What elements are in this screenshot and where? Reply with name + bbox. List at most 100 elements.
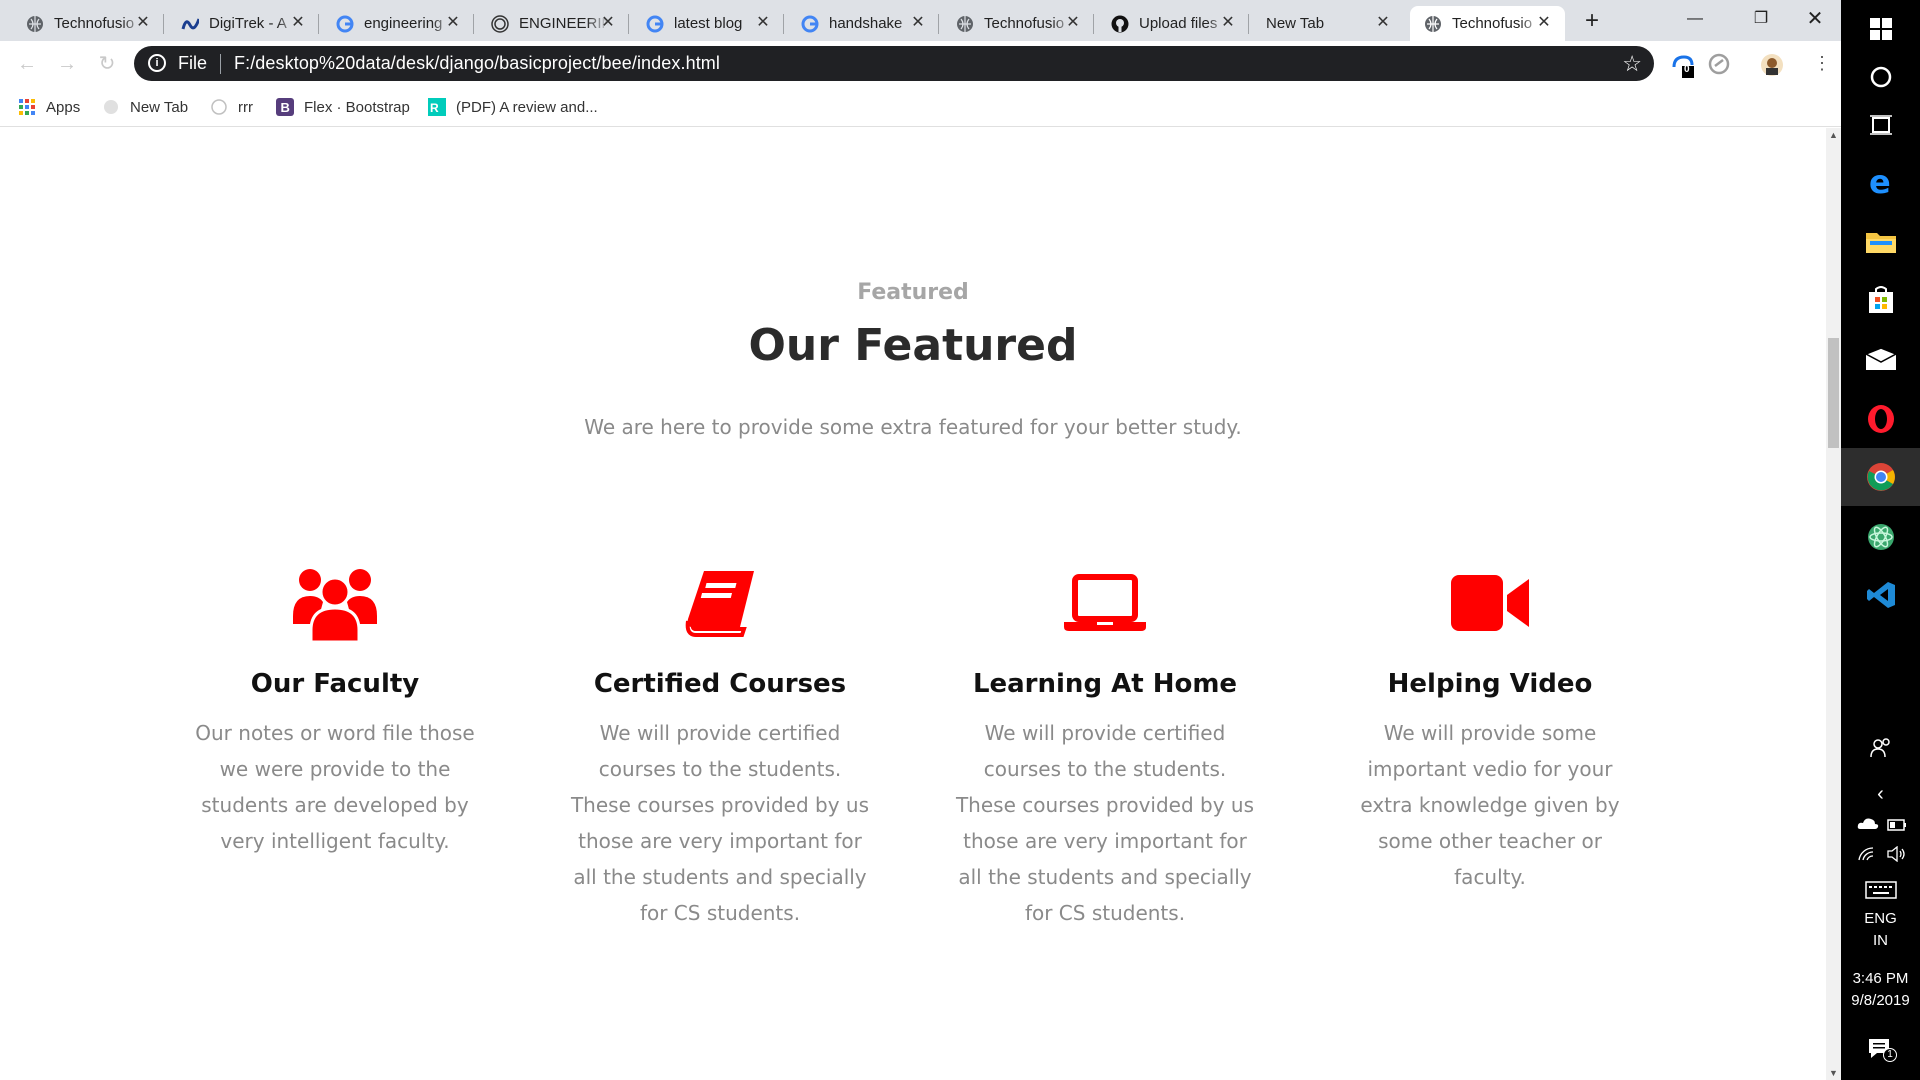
tab-handshake[interactable]: handshake ✕ [787, 6, 939, 41]
file-explorer-icon[interactable] [1841, 212, 1920, 270]
close-tab-icon[interactable]: ✕ [1535, 14, 1553, 32]
feature-title: Learning At Home [972, 669, 1238, 699]
section-subtitle: We are here to provide some extra featur… [584, 415, 1242, 439]
tab-technofusion-1[interactable]: Technofusio ✕ [12, 6, 164, 41]
book-icon [560, 563, 880, 643]
close-tab-icon[interactable]: ✕ [1064, 14, 1082, 32]
atom-icon[interactable] [1841, 508, 1920, 566]
language-indicator[interactable]: ENG IN [1841, 908, 1920, 952]
extension-2-icon[interactable] [1708, 53, 1732, 77]
wifi-icon[interactable] [1857, 846, 1877, 862]
scroll-up-icon[interactable]: ▲ [1829, 130, 1838, 140]
tab-new-tab[interactable]: New Tab ✕ [1252, 6, 1404, 41]
back-arrow-icon[interactable]: ← [14, 51, 40, 77]
close-tab-icon[interactable]: ✕ [909, 14, 927, 32]
bookmark-rrr[interactable]: rrr [210, 97, 253, 117]
section-heading: Our Featured [748, 320, 1078, 371]
profile-avatar[interactable] [1760, 53, 1784, 77]
page-scrollbar[interactable]: ▲ ▼ [1826, 128, 1841, 1080]
browser-toolbar: ← → ↻ i File F:/desktop%20data/desk/djan… [0, 41, 1841, 87]
users-icon [175, 563, 495, 643]
tab-digitrek[interactable]: DigiTrek - A ✕ [167, 6, 319, 41]
tab-engineering-google[interactable]: engineering ✕ [322, 6, 474, 41]
close-tab-icon[interactable]: ✕ [289, 14, 307, 32]
close-tab-icon[interactable]: ✕ [444, 14, 462, 32]
minimize-button[interactable]: ― [1672, 4, 1718, 34]
feature-text: Our notes or word file those we were pro… [195, 721, 475, 853]
feature-text: We will provide certified courses to the… [570, 721, 870, 925]
mail-icon[interactable] [1841, 330, 1920, 388]
close-window-button[interactable]: ✕ [1792, 4, 1838, 34]
tab-engineering-wp[interactable]: ENGINEERING ✕ [477, 6, 629, 41]
onedrive-icon[interactable] [1857, 816, 1879, 830]
clock[interactable]: 3:46 PM 9/8/2019 [1841, 968, 1920, 1012]
task-view-icon[interactable] [1841, 96, 1920, 154]
feature-title: Helping Video [1387, 669, 1593, 699]
bookmarks-bar: Apps New Tab rrr B Flex · Bootstrap R (P… [0, 87, 1841, 127]
touch-keyboard-icon[interactable] [1865, 880, 1897, 900]
bookmark-apps[interactable]: Apps [18, 97, 80, 117]
extension-icon[interactable]: 0 [1670, 53, 1694, 78]
close-tab-icon[interactable]: ✕ [599, 14, 617, 32]
scroll-down-icon[interactable]: ▼ [1829, 1068, 1838, 1078]
google-icon [646, 15, 664, 33]
chrome-icon[interactable] [1841, 448, 1920, 506]
feature-card-courses: Certified Courses We will provide certif… [560, 563, 880, 931]
feature-text: We will provide some important vedio for… [1360, 721, 1620, 889]
tab-technofusion-active[interactable]: Technofusio ✕ [1410, 6, 1565, 41]
action-center-icon[interactable]: 1 [1867, 1036, 1897, 1064]
restore-button[interactable]: ❐ [1738, 4, 1784, 34]
bookmark-star-icon[interactable]: ☆ [1622, 51, 1642, 77]
scrollbar-thumb[interactable] [1828, 338, 1839, 448]
vscode-icon[interactable] [1841, 566, 1920, 624]
forward-arrow-icon[interactable]: → [54, 51, 80, 77]
notification-count: 1 [1883, 1048, 1897, 1062]
feature-card-faculty: Our Faculty Our notes or word file those… [175, 563, 495, 859]
volume-icon[interactable] [1887, 845, 1907, 863]
edge-icon[interactable]: e [1841, 153, 1920, 211]
github-icon [1111, 15, 1129, 33]
bookmark-flex-bootstrap[interactable]: B Flex · Bootstrap [276, 97, 410, 117]
new-tab-button[interactable]: + [1577, 8, 1607, 36]
bookmark-new-tab[interactable]: New Tab [102, 97, 188, 117]
tab-technofusion-2[interactable]: Technofusio ✕ [942, 6, 1094, 41]
globe-icon [956, 15, 974, 33]
video-camera-icon [1330, 563, 1650, 643]
globe-icon [26, 15, 44, 33]
bootstrap-icon: B [276, 98, 294, 116]
section-kicker: Featured [857, 280, 969, 305]
tab-upload-files[interactable]: Upload files ✕ [1097, 6, 1249, 41]
tab-strip: Technofusio ✕ DigiTrek - A ✕ engineering… [0, 0, 1841, 41]
menu-kebab-icon[interactable]: ⋮ [1810, 53, 1834, 77]
google-icon [336, 15, 354, 33]
globe-icon [102, 98, 120, 116]
tab-latest-blog[interactable]: latest blog ✕ [632, 6, 784, 41]
address-bar[interactable]: i File F:/desktop%20data/desk/django/bas… [134, 46, 1654, 81]
wordpress-icon [491, 14, 509, 33]
close-tab-icon[interactable]: ✕ [134, 14, 152, 32]
close-tab-icon[interactable]: ✕ [754, 14, 772, 32]
feature-card-video: Helping Video We will provide some impor… [1330, 563, 1650, 895]
svg-text:B: B [281, 100, 290, 115]
close-tab-icon[interactable]: ✕ [1374, 14, 1392, 32]
digitrek-icon [181, 15, 199, 33]
opera-icon[interactable] [1841, 390, 1920, 448]
people-icon[interactable] [1841, 726, 1920, 770]
extension-badge: 0 [1684, 64, 1690, 75]
reload-icon[interactable]: ↻ [94, 51, 120, 77]
laptop-icon [945, 563, 1265, 643]
globe-icon [210, 98, 228, 116]
windows-taskbar: e ‹ ENG IN 3:46 PM 9/8/2019 1 [1841, 0, 1920, 1080]
url-text[interactable]: F:/desktop%20data/desk/django/basicproje… [234, 53, 720, 74]
globe-icon [1424, 15, 1442, 33]
feature-title: Our Faculty [250, 669, 420, 699]
show-hidden-icons-chevron-icon[interactable]: ‹ [1841, 776, 1920, 812]
store-icon[interactable] [1841, 270, 1920, 328]
info-icon[interactable]: i [148, 54, 166, 72]
close-tab-icon[interactable]: ✕ [1219, 14, 1237, 32]
researchgate-icon: R [428, 98, 446, 116]
google-icon [801, 15, 819, 33]
bookmark-pdf-review[interactable]: R (PDF) A review and... [428, 97, 598, 117]
apps-grid-icon [18, 98, 36, 116]
battery-icon[interactable] [1887, 818, 1907, 831]
